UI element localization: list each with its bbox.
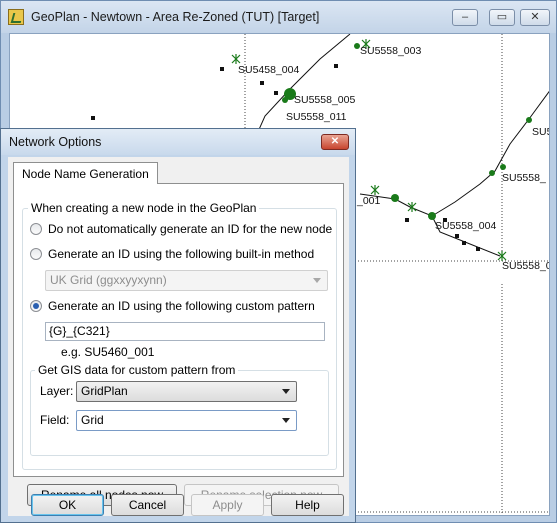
- pipe-link[interactable]: [359, 89, 550, 217]
- node-label: SU5558_0: [502, 260, 550, 272]
- dialog-titlebar[interactable]: Network Options ✕: [1, 129, 355, 155]
- network-node[interactable]: [489, 170, 495, 176]
- node-id-group-legend: When creating a new node in the GeoPlan: [28, 201, 260, 215]
- radio-button[interactable]: [30, 223, 42, 235]
- tab-panel: When creating a new node in the GeoPlan …: [13, 183, 344, 506]
- network-node[interactable]: [428, 212, 436, 220]
- minimize-button[interactable]: –: [452, 9, 478, 26]
- radio-no-id-label: Do not automatically generate an ID for …: [48, 222, 333, 236]
- apply-button[interactable]: Apply: [191, 494, 264, 516]
- node-label: _001: [357, 195, 381, 207]
- maximize-button[interactable]: ▭: [489, 9, 515, 26]
- close-button[interactable]: ✕: [520, 9, 550, 26]
- radio-button[interactable]: [30, 248, 42, 260]
- builtin-method-value: UK Grid (ggxxyyxynn): [50, 273, 167, 287]
- layer-select[interactable]: GridPlan: [76, 381, 297, 402]
- network-node[interactable]: [282, 97, 288, 103]
- chevron-down-icon: [313, 278, 321, 283]
- gis-data-group: Get GIS data for custom pattern from Lay…: [30, 363, 329, 456]
- node-label: SU5558_011: [286, 111, 347, 123]
- cancel-button[interactable]: Cancel: [111, 494, 184, 516]
- builtin-method-select[interactable]: UK Grid (ggxxyyxynn): [45, 270, 328, 291]
- outfall-star[interactable]: [370, 185, 380, 195]
- radio-custom-pattern[interactable]: Generate an ID using the following custo…: [30, 299, 315, 313]
- field-label: Field:: [40, 413, 70, 427]
- help-button[interactable]: Help: [271, 494, 344, 516]
- radio-builtin-method[interactable]: Generate an ID using the following built…: [30, 247, 314, 261]
- layer-label: Layer:: [40, 384, 74, 398]
- chevron-down-icon: [282, 389, 290, 394]
- chevron-down-icon: [282, 418, 290, 423]
- node-label: SU5458_004: [238, 64, 300, 76]
- network-node[interactable]: [526, 117, 532, 123]
- geoplan-app-icon: [8, 9, 24, 25]
- dialog-body: Node Name Generation When creating a new…: [8, 157, 349, 516]
- field-select[interactable]: Grid: [76, 410, 297, 431]
- geoplan-titlebar[interactable]: GeoPlan - Newtown - Area Re-Zoned (TUT) …: [1, 1, 556, 33]
- field-value: Grid: [81, 413, 104, 427]
- radio-button[interactable]: [30, 300, 42, 312]
- node-label: SU5558_004: [435, 220, 497, 232]
- radio-no-id[interactable]: Do not automatically generate an ID for …: [30, 222, 332, 236]
- node-id-group: When creating a new node in the GeoPlan …: [22, 201, 337, 470]
- node-label: SU5558_: [502, 172, 546, 184]
- tab-node-name-generation[interactable]: Node Name Generation: [13, 162, 158, 184]
- radio-builtin-label: Generate an ID using the following built…: [48, 247, 315, 261]
- network-node[interactable]: [500, 164, 506, 170]
- geoplan-window-title: GeoPlan - Newtown - Area Re-Zoned (TUT) …: [31, 10, 320, 24]
- network-options-dialog: Network Options ✕ Node Name Generation W…: [0, 128, 356, 523]
- ok-button[interactable]: OK: [31, 494, 104, 516]
- pattern-example: e.g. SU5460_001: [61, 345, 155, 359]
- custom-pattern-input[interactable]: {G}_{C321}: [45, 322, 325, 341]
- network-node[interactable]: [391, 194, 399, 202]
- outfall-star[interactable]: [231, 54, 241, 64]
- node-label: SU5: [532, 126, 549, 138]
- node-label: SU5558_005: [294, 94, 356, 106]
- radio-custom-label: Generate an ID using the following custo…: [48, 299, 315, 313]
- layer-value: GridPlan: [81, 384, 128, 398]
- gis-data-group-legend: Get GIS data for custom pattern from: [35, 363, 239, 377]
- dialog-title: Network Options: [9, 135, 102, 149]
- node-label: SU5558_003: [360, 45, 422, 57]
- dialog-close-button[interactable]: ✕: [321, 134, 349, 150]
